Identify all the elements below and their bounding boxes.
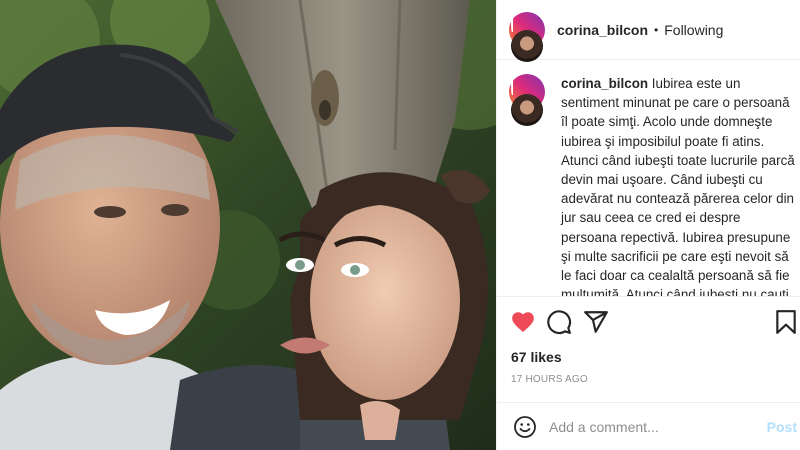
caption: corina_bilcon Iubirea este un sentiment … xyxy=(561,74,795,296)
post-timestamp[interactable]: 17 HOURS AGO xyxy=(511,374,588,385)
post-side-panel: corina_bilcon • Following corina_bilcon … xyxy=(496,0,800,450)
action-bar xyxy=(497,296,800,348)
author-username[interactable]: corina_bilcon xyxy=(557,22,648,38)
comment-input[interactable] xyxy=(549,418,749,435)
caption-row: corina_bilcon Iubirea este un sentiment … xyxy=(509,74,800,296)
post-header: corina_bilcon • Following xyxy=(497,0,800,80)
share-icon[interactable] xyxy=(583,309,609,335)
caption-scroll-area[interactable]: corina_bilcon Iubirea este un sentiment … xyxy=(497,60,800,296)
caption-avatar[interactable] xyxy=(509,74,545,145)
caption-body: Iubirea este un sentiment minunat pe car… xyxy=(561,76,795,296)
heart-icon[interactable] xyxy=(510,309,536,335)
caption-username[interactable]: corina_bilcon xyxy=(561,76,648,91)
bookmark-icon[interactable] xyxy=(773,309,799,335)
comment-bar: Post xyxy=(497,402,800,450)
separator-dot: • xyxy=(654,22,659,37)
post-image xyxy=(0,0,496,450)
author-avatar[interactable] xyxy=(509,11,545,80)
post-photo[interactable] xyxy=(0,0,496,450)
instagram-post: corina_bilcon • Following corina_bilcon … xyxy=(0,0,800,450)
avatar-image xyxy=(511,29,543,62)
following-button[interactable]: Following xyxy=(664,22,723,38)
avatar-frame xyxy=(511,74,543,145)
emoji-icon[interactable] xyxy=(513,415,537,439)
post-comment-button[interactable]: Post xyxy=(767,419,797,435)
comment-icon[interactable] xyxy=(546,309,572,335)
avatar-image xyxy=(511,94,543,126)
likes-count[interactable]: 67 likes xyxy=(511,349,562,365)
